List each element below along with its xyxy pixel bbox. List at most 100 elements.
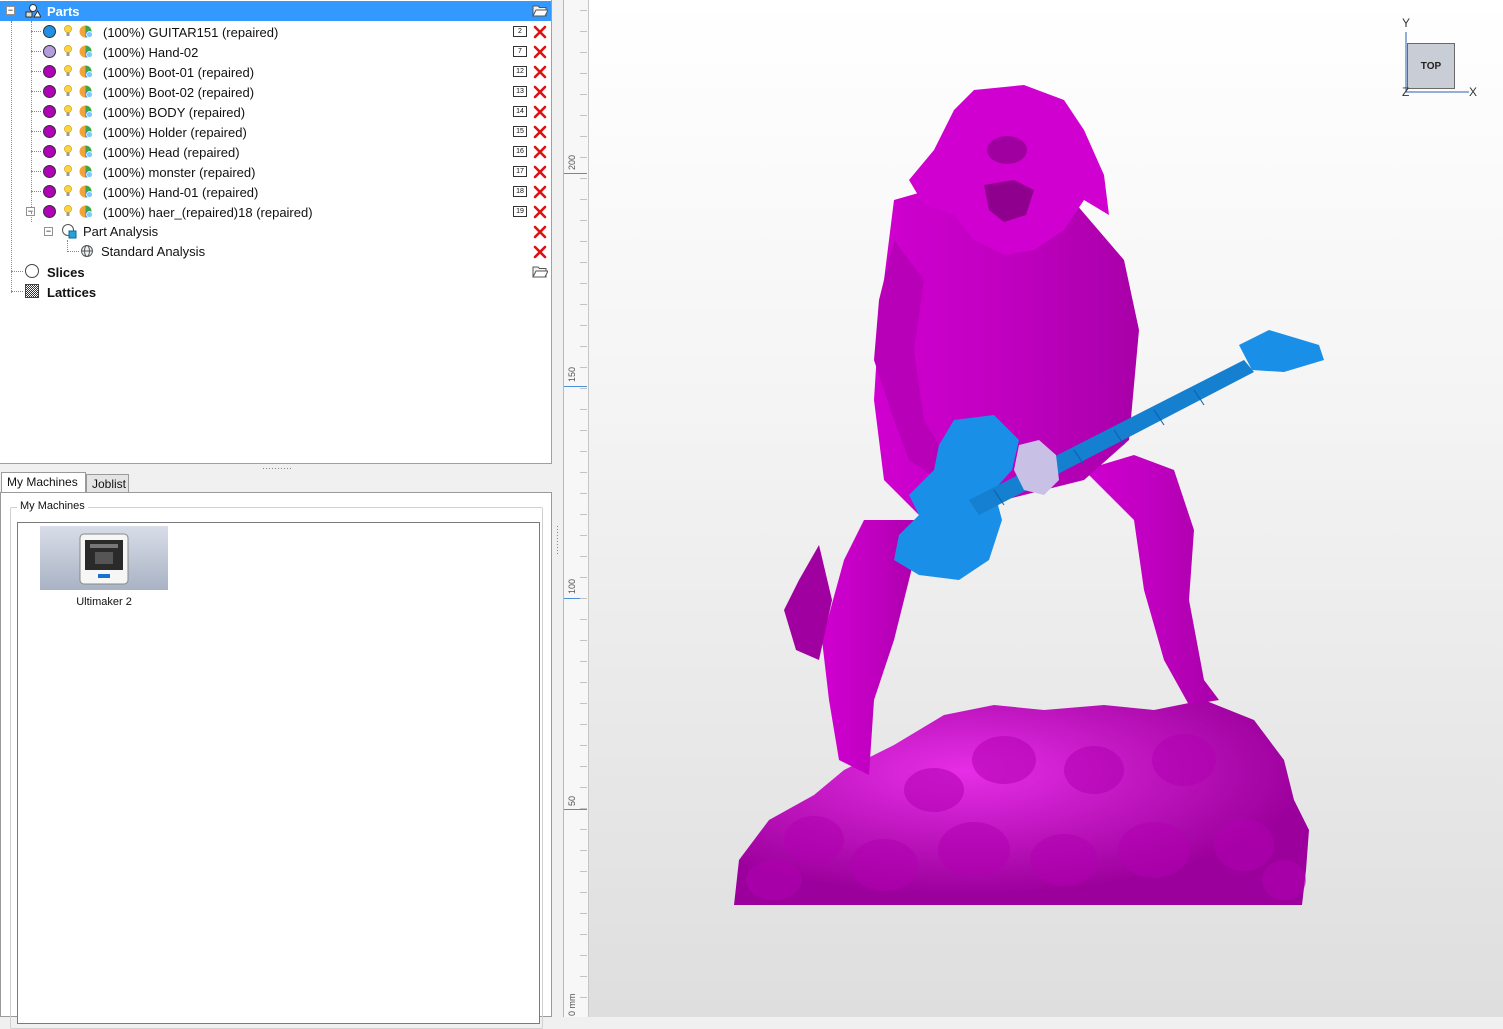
tree-item-part-analysis[interactable]: − Part Analysis xyxy=(0,212,551,242)
parts-icon xyxy=(25,4,41,18)
delete-icon[interactable] xyxy=(533,245,547,259)
tree-root-label: Parts xyxy=(47,4,80,19)
lightbulb-icon[interactable] xyxy=(64,65,72,77)
part-number-badge: 2 xyxy=(513,26,527,37)
palette-icon[interactable] xyxy=(79,24,94,39)
delete-icon[interactable] xyxy=(533,165,547,179)
delete-icon[interactable] xyxy=(533,105,547,119)
analysis-icon xyxy=(62,224,77,239)
slices-icon xyxy=(25,264,39,278)
palette-icon[interactable] xyxy=(79,84,94,99)
globe-icon xyxy=(81,245,93,257)
palette-icon[interactable] xyxy=(79,204,94,219)
delete-icon[interactable] xyxy=(533,85,547,99)
lightbulb-icon[interactable] xyxy=(64,165,72,177)
viewport-separator[interactable] xyxy=(552,0,563,1017)
part-color-icon[interactable] xyxy=(43,205,56,218)
lightbulb-icon[interactable] xyxy=(64,205,72,217)
part-color-icon[interactable] xyxy=(43,45,56,58)
part-number-badge: 13 xyxy=(513,86,527,97)
part-label: (100%) monster (repaired) xyxy=(103,165,256,180)
palette-icon[interactable] xyxy=(79,124,94,139)
part-label: (100%) Boot-01 (repaired) xyxy=(103,65,255,80)
part-number-badge: 12 xyxy=(513,66,527,77)
delete-icon[interactable] xyxy=(533,145,547,159)
part-number-badge: 7 xyxy=(513,46,527,57)
tree-guide-line xyxy=(67,240,68,250)
palette-icon[interactable] xyxy=(79,184,94,199)
lightbulb-icon[interactable] xyxy=(64,185,72,197)
panel-splitter[interactable] xyxy=(262,467,292,470)
palette-icon[interactable] xyxy=(79,104,94,119)
palette-icon[interactable] xyxy=(79,144,94,159)
lightbulb-icon[interactable] xyxy=(64,45,72,57)
part-color-icon[interactable] xyxy=(43,165,56,178)
3d-viewport[interactable]: 200 150 100 50 0 mm Y TOP X Z xyxy=(563,0,1503,1017)
tree-item-standard-analysis[interactable]: Standard Analysis xyxy=(0,240,551,262)
part-row[interactable]: (100%) Hand-01 (repaired) 18 xyxy=(0,182,551,202)
tree-guide-line xyxy=(31,151,41,152)
lightbulb-icon[interactable] xyxy=(64,145,72,157)
part-color-icon[interactable] xyxy=(43,125,56,138)
part-row[interactable]: (100%) Hand-02 7 xyxy=(0,42,551,62)
tab-joblist[interactable]: Joblist xyxy=(86,474,129,494)
machine-item-ultimaker-2[interactable]: Ultimaker 2 xyxy=(18,523,193,613)
part-label: (100%) Head (repaired) xyxy=(103,145,240,160)
tree-guide-line xyxy=(31,131,41,132)
part-row[interactable]: (100%) Boot-01 (repaired) 12 xyxy=(0,62,551,82)
lightbulb-icon[interactable] xyxy=(64,25,72,37)
collapse-icon[interactable]: − xyxy=(6,6,15,15)
collapse-icon[interactable]: − xyxy=(44,227,53,236)
tree-root-lattices[interactable]: Lattices xyxy=(0,282,551,302)
machine-list: Ultimaker 2 xyxy=(17,522,540,1024)
part-label: (100%) GUITAR151 (repaired) xyxy=(103,25,279,40)
delete-icon[interactable] xyxy=(533,125,547,139)
machines-panel: My Machines Ultimaker 2 xyxy=(0,492,552,1029)
delete-icon[interactable] xyxy=(533,225,547,239)
open-folder-icon[interactable] xyxy=(532,4,548,17)
part-number-badge: 15 xyxy=(513,126,527,137)
part-color-icon[interactable] xyxy=(43,105,56,118)
part-label: (100%) Hand-01 (repaired) xyxy=(103,185,259,200)
palette-icon[interactable] xyxy=(79,164,94,179)
part-color-icon[interactable] xyxy=(43,25,56,38)
printer-icon xyxy=(40,526,168,590)
delete-icon[interactable] xyxy=(533,45,547,59)
part-row[interactable]: (100%) Holder (repaired) 15 xyxy=(0,122,551,142)
tab-my-machines[interactable]: My Machines xyxy=(1,472,86,494)
axis-y-label: Y xyxy=(1402,16,1411,30)
view-cube[interactable]: TOP xyxy=(1407,43,1455,89)
delete-icon[interactable] xyxy=(533,205,547,219)
open-folder-icon[interactable] xyxy=(532,265,548,278)
tree-guide-line xyxy=(11,271,23,272)
figure-model[interactable] xyxy=(734,85,1309,905)
part-row[interactable]: (100%) monster (repaired) 17 xyxy=(0,162,551,182)
tree-guide-line xyxy=(31,212,32,222)
part-color-icon[interactable] xyxy=(43,85,56,98)
part-color-icon[interactable] xyxy=(43,65,56,78)
tree-root-slices[interactable]: Slices xyxy=(0,262,551,282)
delete-icon[interactable] xyxy=(533,185,547,199)
part-label: (100%) haer_(repaired)18 (repaired) xyxy=(103,205,313,220)
lightbulb-icon[interactable] xyxy=(64,85,72,97)
3d-model-render[interactable] xyxy=(564,0,1503,1017)
palette-icon[interactable] xyxy=(79,64,94,79)
part-row[interactable]: (100%) Head (repaired) 16 xyxy=(0,142,551,162)
part-row[interactable]: (100%) Boot-02 (repaired) 13 xyxy=(0,82,551,102)
lightbulb-icon[interactable] xyxy=(64,125,72,137)
part-row[interactable]: (100%) BODY (repaired) 14 xyxy=(0,102,551,122)
vertical-splitter-grip[interactable] xyxy=(556,525,559,555)
part-row[interactable]: − (100%) haer_(repaired)18 (repaired) 19 xyxy=(0,202,551,222)
delete-icon[interactable] xyxy=(533,65,547,79)
part-number-badge: 19 xyxy=(513,206,527,217)
part-color-icon[interactable] xyxy=(43,145,56,158)
part-color-icon[interactable] xyxy=(43,185,56,198)
tree-guide-line xyxy=(11,291,23,292)
lightbulb-icon[interactable] xyxy=(64,105,72,117)
lattices-label: Lattices xyxy=(47,285,97,300)
tree-root-parts[interactable]: − Parts xyxy=(0,1,551,21)
part-row[interactable]: (100%) GUITAR151 (repaired) 2 xyxy=(0,22,551,42)
delete-icon[interactable] xyxy=(533,25,547,39)
palette-icon[interactable] xyxy=(79,44,94,59)
my-machines-group: My Machines Ultimaker 2 xyxy=(10,500,543,1029)
